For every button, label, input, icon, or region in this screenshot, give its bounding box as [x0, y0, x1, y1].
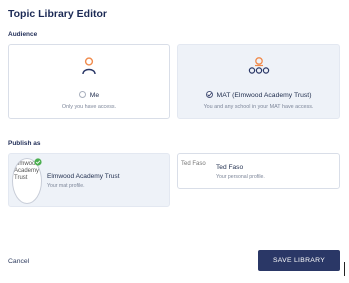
- audience-section-label: Audience: [8, 31, 38, 38]
- page-title: Topic Library Editor: [8, 8, 107, 20]
- audience-mat-radio[interactable]: [205, 91, 213, 98]
- publish-option-elmwood[interactable]: Elmwood Academy Trust Elmwood Academy Tr…: [8, 153, 170, 207]
- text-cursor: [344, 262, 345, 276]
- person-icon: [82, 57, 96, 75]
- publish-option-subtitle: Your personal profile.: [216, 174, 265, 180]
- audience-me-radio[interactable]: [78, 91, 86, 98]
- group-icon: [248, 57, 269, 74]
- audience-option-mat[interactable]: MAT (Elmwood Academy Trust) You and any …: [177, 44, 340, 119]
- audience-option-subtitle: Only you have access.: [61, 104, 117, 110]
- save-library-button[interactable]: SAVE LIBRARY: [258, 250, 340, 271]
- audience-option-subtitle: You and any school in your MAT have acce…: [203, 104, 314, 110]
- cancel-button[interactable]: Cancel: [8, 258, 29, 265]
- audience-option-title: Me: [89, 92, 100, 99]
- check-icon: [206, 92, 212, 97]
- publish-option-ted[interactable]: Ted Faso Ted Faso Your personal profile.: [177, 153, 340, 189]
- publish-option-subtitle: Your mat profile.: [47, 183, 85, 189]
- audience-option-title: MAT (Elmwood Academy Trust): [216, 92, 312, 99]
- publish-option-name: Elmwood Academy Trust: [47, 173, 120, 180]
- profile-avatar: Ted Faso: [181, 161, 206, 167]
- publish-section-label: Publish as: [8, 140, 41, 147]
- check-badge-icon: [34, 158, 42, 166]
- publish-option-name: Ted Faso: [216, 164, 244, 171]
- audience-option-me[interactable]: Me Only you have access.: [8, 44, 170, 119]
